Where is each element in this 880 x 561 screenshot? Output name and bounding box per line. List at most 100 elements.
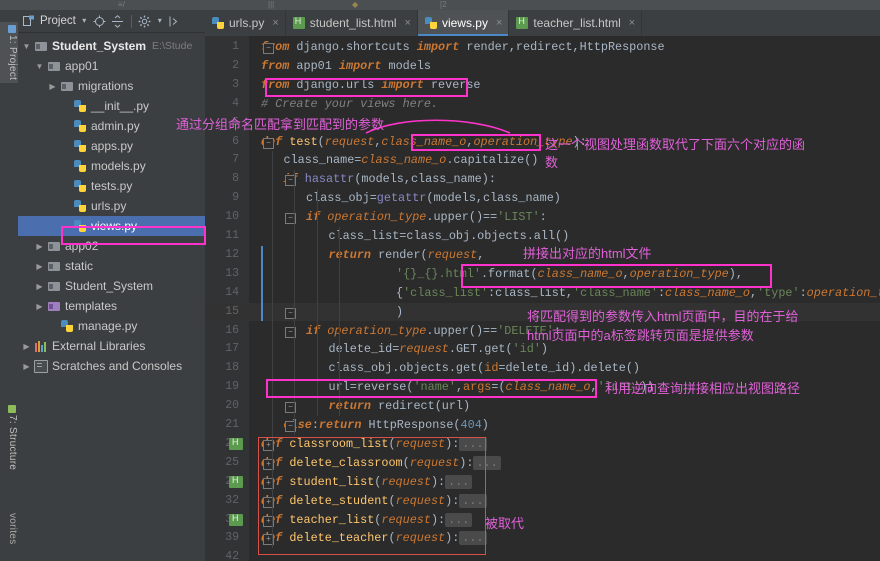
- code-line[interactable]: 14 {'class_list':class_list,'class_name':…: [205, 284, 880, 303]
- tool-button-project[interactable]: 1: Project: [0, 22, 18, 84]
- editor-tab-label: student_list.html: [309, 16, 397, 30]
- line-number: 1: [232, 40, 239, 53]
- code-fold-toggle[interactable]: −: [263, 137, 274, 149]
- editor-tab-views-py[interactable]: views.py ×: [417, 10, 510, 36]
- tool-button-structure[interactable]: 7: Structure: [0, 402, 18, 473]
- settings-gear-icon[interactable]: [138, 14, 152, 28]
- code-line[interactable]: 4 # Create your views here.: [205, 95, 880, 114]
- code-text: delete_id=request.GET.get('id'): [328, 342, 549, 357]
- editor-tab-urls-py[interactable]: urls.py ×: [205, 10, 286, 36]
- tree-collapse-arrow-icon[interactable]: ▼: [33, 62, 46, 71]
- tree-expand-arrow-icon[interactable]: ▶: [46, 82, 59, 91]
- code-line[interactable]: 25 def delete_classroom(request):...: [205, 454, 880, 473]
- editor-tab-bar[interactable]: urls.py×student_list.html×views.py×teach…: [205, 10, 880, 36]
- tree-item-migrations[interactable]: ▶ migrations: [18, 76, 205, 96]
- tree-item-views-py[interactable]: views.py: [18, 216, 205, 236]
- html-template-gutter-icon[interactable]: [229, 513, 243, 526]
- close-icon[interactable]: ×: [496, 17, 502, 29]
- tree-item-app01[interactable]: ▼ app01: [18, 56, 205, 76]
- code-line[interactable]: 7 class_name=class_name_o.capitalize(): [205, 151, 880, 170]
- tree-item-tests-py[interactable]: tests.py: [18, 176, 205, 196]
- close-icon[interactable]: ×: [629, 17, 635, 29]
- tree-expand-arrow-icon[interactable]: ▶: [33, 262, 46, 271]
- collapse-all-icon[interactable]: [111, 14, 125, 28]
- code-line[interactable]: 10 if operation_type.upper()=='LIST':: [205, 208, 880, 227]
- line-number: 2: [232, 58, 239, 72]
- line-number: 19: [225, 380, 239, 394]
- tree-item-label: urls.py: [91, 199, 127, 213]
- chevron-down-icon[interactable]: ▾: [80, 14, 89, 28]
- code-line[interactable]: 1 from django.shortcuts import render,red…: [205, 38, 880, 57]
- editor-tab-teacher-list-html[interactable]: teacher_list.html ×: [509, 10, 643, 36]
- cut-toolbar-glyph-3: ◆: [352, 0, 359, 9]
- python-file-icon: [72, 100, 88, 112]
- tree-item-label: views.py: [91, 219, 138, 233]
- close-icon[interactable]: ×: [272, 17, 278, 29]
- tree-item--init-py[interactable]: __init__.py: [18, 96, 205, 116]
- code-text: class_obj=getattr(models,class_name): [306, 191, 561, 206]
- tree-item-static[interactable]: ▶ static: [18, 256, 205, 276]
- tree-item-app02[interactable]: ▶ app02: [18, 236, 205, 256]
- tree-collapse-arrow-icon[interactable]: ▼: [20, 42, 33, 51]
- cut-toolbar-glyph-4: [2: [440, 0, 447, 9]
- tree-item-label: tests.py: [91, 179, 133, 193]
- html-file-icon: [292, 16, 305, 29]
- hide-panel-icon[interactable]: [168, 14, 182, 28]
- code-line[interactable]: 9 class_obj=getattr(models,class_name): [205, 189, 880, 208]
- tree-expand-arrow-icon[interactable]: ▶: [20, 362, 33, 371]
- close-icon[interactable]: ×: [405, 17, 411, 29]
- annotation-text-replaces-six-cont: 数: [545, 155, 559, 170]
- editor-tab-student-list-html[interactable]: student_list.html ×: [286, 10, 418, 36]
- html-template-gutter-icon[interactable]: [229, 475, 243, 488]
- code-line[interactable]: 21 else:return HttpResponse(404): [205, 416, 880, 435]
- code-line[interactable]: 2 from app01 import models: [205, 57, 880, 76]
- tree-item-student-system[interactable]: ▶ Student_System: [18, 276, 205, 296]
- cut-toolbar-glyph-1: ≡/: [118, 0, 125, 9]
- project-tree[interactable]: ▼ Student_System E:\Stude ▼ app01 ▶ migrations…: [18, 33, 205, 561]
- code-line[interactable]: 29def student_list(request):...: [205, 473, 880, 492]
- code-line[interactable]: 20 return redirect(url): [205, 397, 880, 416]
- cut-toolbar-glyph-2: |||: [268, 0, 275, 9]
- code-line[interactable]: 39 def delete_teacher(request):...: [205, 529, 880, 548]
- tree-expand-arrow-icon[interactable]: ▶: [33, 302, 46, 311]
- code-line[interactable]: 42: [205, 548, 880, 561]
- tree-expand-arrow-icon[interactable]: ▶: [20, 342, 33, 351]
- gear-chevron-icon[interactable]: ▾: [156, 14, 164, 28]
- tool-button-favorites[interactable]: vorites: [0, 510, 18, 548]
- code-text: def delete_teacher(request):...: [261, 529, 487, 548]
- code-text: def delete_classroom(request):...: [261, 454, 501, 473]
- tree-expand-arrow-icon[interactable]: ▶: [33, 282, 46, 291]
- project-toolbar: Project ▾ ▾: [18, 10, 205, 33]
- code-line[interactable]: 3 from django.urls import reverse: [205, 76, 880, 95]
- code-text: def student_list(request):...: [261, 473, 473, 492]
- html-template-gutter-icon[interactable]: [229, 437, 243, 450]
- code-line[interactable]: 22def classroom_list(request):...: [205, 435, 880, 454]
- code-line[interactable]: 8 if hasattr(models,class_name):: [205, 170, 880, 189]
- tool-button-project-label: 1: Project: [7, 35, 18, 81]
- line-number: 10: [225, 210, 239, 224]
- code-line[interactable]: 32 def delete_student(request):...: [205, 492, 880, 511]
- tree-item-student-system[interactable]: ▼ Student_System E:\Stude: [18, 36, 205, 56]
- tree-item-external-libraries[interactable]: ▶ External Libraries: [18, 336, 205, 356]
- tree-item-urls-py[interactable]: urls.py: [18, 196, 205, 216]
- tree-expand-arrow-icon[interactable]: ▶: [33, 242, 46, 251]
- tree-item-templates[interactable]: ▶ templates: [18, 296, 205, 316]
- left-tool-strip: 1: Project 7: Structure vorites: [0, 10, 19, 561]
- line-number: 16: [225, 323, 239, 337]
- folder-icon: [46, 61, 62, 71]
- code-line[interactable]: 13 '{}_{}.html'.format(class_name_o,opera…: [205, 265, 880, 284]
- editor-area: urls.py×student_list.html×views.py×teach…: [205, 10, 880, 561]
- python-file-icon: [72, 160, 88, 172]
- target-icon[interactable]: [93, 14, 107, 28]
- tree-item-label: apps.py: [91, 139, 134, 153]
- tree-item-scratches-and-consoles[interactable]: ▶ Scratches and Consoles: [18, 356, 205, 376]
- code-fold-toggle[interactable]: −: [263, 43, 274, 54]
- code-text: ): [396, 304, 404, 319]
- tree-item-apps-py[interactable]: apps.py: [18, 136, 205, 156]
- line-number: 21: [225, 418, 239, 431]
- tree-item-manage-py[interactable]: manage.py: [18, 316, 205, 336]
- tree-item-label: migrations: [78, 79, 134, 93]
- code-line[interactable]: 18 class_obj.objects.get(id=delete_id).de…: [205, 359, 880, 378]
- code-line[interactable]: 36def teacher_list(request):...: [205, 511, 880, 530]
- tree-item-models-py[interactable]: models.py: [18, 156, 205, 176]
